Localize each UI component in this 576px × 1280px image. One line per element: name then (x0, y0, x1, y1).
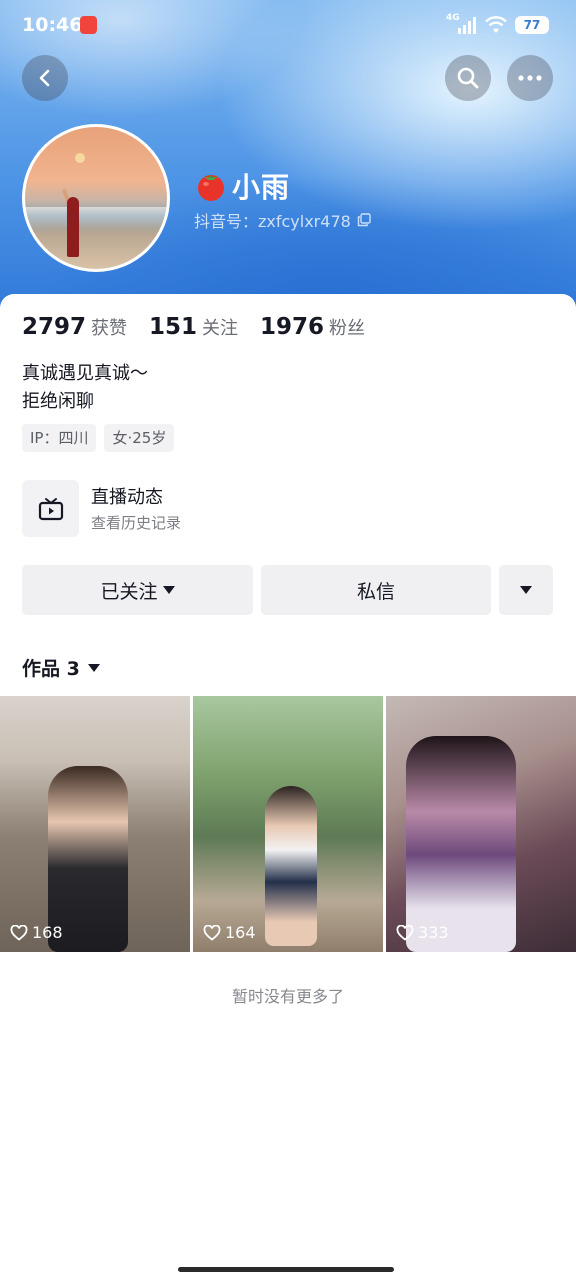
profile-bio: 真诚遇见真诚～ 拒绝闲聊 (22, 360, 148, 416)
like-count: 164 (203, 923, 256, 942)
stat-label: 粉丝 (329, 318, 366, 339)
work-thumbnail[interactable]: 164 (193, 696, 383, 952)
signal-icon (458, 17, 476, 34)
stat-value: 2797 (22, 314, 87, 340)
douyin-id[interactable]: 抖音号：zxfcylxr478 (194, 208, 371, 232)
live-history-entry[interactable]: 直播动态 查看历史记录 (22, 480, 322, 538)
more-options-button[interactable] (507, 55, 553, 101)
like-count-text: 164 (225, 923, 256, 942)
stat-label: 关注 (202, 318, 239, 339)
tv-icon (38, 497, 63, 520)
chevron-left-icon (39, 69, 50, 87)
like-count: 333 (396, 923, 449, 942)
wifi-icon (485, 16, 507, 33)
profile-stats: 2797 获赞 151 关注 1976 粉丝 (22, 314, 387, 340)
caret-down-icon (162, 586, 175, 594)
stat-value: 151 (149, 314, 198, 340)
stat-followers[interactable]: 1976 粉丝 (260, 314, 365, 340)
like-count-text: 333 (418, 923, 449, 942)
douyin-id-text: 抖音号：zxfcylxr478 (194, 212, 351, 231)
thumbnail-figure (406, 736, 516, 952)
message-label: 私信 (356, 580, 395, 603)
search-button[interactable] (445, 55, 491, 101)
gender-age-tag: 女·25岁 (104, 424, 175, 452)
live-entry-subtitle: 查看历史记录 (91, 514, 182, 532)
followed-button[interactable]: 已关注 (22, 565, 253, 615)
stat-following[interactable]: 151 关注 (149, 314, 238, 340)
caret-down-icon (87, 663, 100, 672)
work-thumbnail[interactable]: 168 (0, 696, 190, 952)
avatar-person (67, 197, 79, 257)
ip-location-tag: IP：四川 (22, 424, 97, 452)
home-indicator[interactable] (178, 1267, 394, 1272)
profile-name: 小雨 (232, 171, 291, 204)
status-time: 10:46 (22, 14, 83, 36)
like-count: 168 (10, 923, 63, 942)
followed-label: 已关注 (100, 580, 158, 603)
battery-indicator: 77 (515, 16, 549, 34)
avatar[interactable] (22, 124, 170, 272)
heart-icon (396, 924, 414, 941)
profile-name-row: 小雨 (194, 166, 290, 206)
like-count-text: 168 (32, 923, 63, 942)
caret-down-icon (520, 586, 532, 594)
tomato-icon (198, 175, 224, 201)
app-notification-icon (80, 16, 97, 34)
status-bar: 10:46 4G 77 (0, 0, 576, 52)
works-tab[interactable]: 作品 3 (22, 654, 100, 681)
search-icon (457, 67, 479, 89)
works-grid: 168 164 333 (0, 696, 576, 952)
live-icon-box (22, 480, 79, 537)
back-button[interactable] (22, 55, 68, 101)
stat-value: 1976 (260, 314, 325, 340)
no-more-content-text: 暂时没有更多了 (231, 987, 344, 1006)
copy-icon[interactable] (357, 213, 371, 227)
ellipsis-icon (518, 75, 542, 81)
profile-card: 2797 获赞 151 关注 1976 粉丝 真诚遇见真诚～ 拒绝闲聊 IP：四… (0, 294, 576, 1280)
stat-likes[interactable]: 2797 获赞 (22, 314, 127, 340)
stat-label: 获赞 (91, 318, 128, 339)
bio-line: 真诚遇见真诚～ (22, 363, 148, 384)
thumbnail-figure (265, 786, 317, 946)
live-entry-title: 直播动态 (91, 487, 163, 508)
works-label: 作品 3 (22, 658, 80, 680)
avatar-wave (25, 207, 167, 229)
heart-icon (203, 924, 221, 941)
avatar-sun (75, 153, 85, 163)
work-thumbnail[interactable]: 333 (386, 696, 576, 952)
bio-line: 拒绝闲聊 (22, 391, 94, 412)
heart-icon (10, 924, 28, 941)
more-actions-button[interactable] (499, 565, 553, 615)
message-button[interactable]: 私信 (261, 565, 491, 615)
profile-tags: IP：四川 女·25岁 (22, 424, 182, 452)
